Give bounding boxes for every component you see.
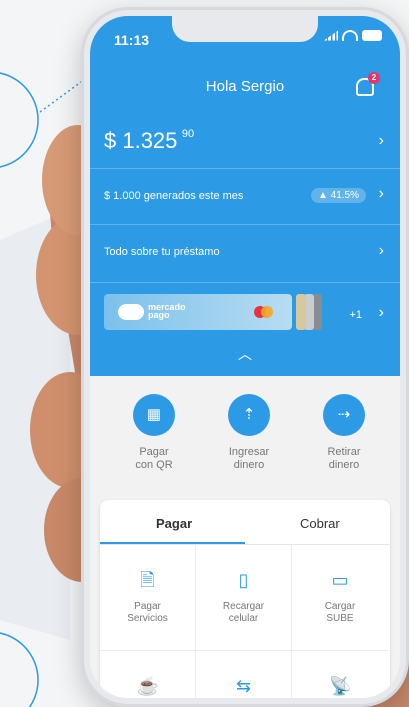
battery-icon	[362, 30, 382, 41]
withdraw-icon: ⇢	[323, 394, 365, 436]
service-label-line1: Recargar	[222, 601, 265, 612]
handshake-logo-icon	[118, 304, 144, 320]
tab-collect[interactable]: Cobrar	[300, 516, 340, 531]
card-brand-line2: pago	[148, 310, 170, 320]
sube-card-item[interactable]: ▭ Cargar SUBE	[292, 545, 388, 651]
mercado-pago-card[interactable]: mercado pago	[104, 294, 292, 330]
loan-label: Todo sobre tu préstamo	[104, 246, 220, 258]
action-label-line1: Pagar	[139, 446, 169, 458]
action-label: Pagar con QR	[114, 446, 194, 472]
action-label: Ingresar dinero	[209, 446, 289, 472]
transport-card-icon: ▭	[331, 570, 349, 590]
cup-icon: ☕	[136, 676, 159, 696]
phone-recharge-icon: ▯	[238, 570, 249, 590]
more-cards-count: +1	[349, 309, 362, 321]
notification-badge: 2	[368, 72, 380, 84]
quick-actions: ▦ Pagar con QR ⇡ Ingresar dinero ⇢ Retir…	[90, 394, 400, 484]
action-label-line1: Ingresar	[228, 446, 270, 458]
mastercard-icon	[254, 306, 274, 318]
action-label: Retirar dinero	[304, 446, 384, 472]
wifi-icon	[342, 30, 358, 41]
service-label: Pagar Servicios	[100, 601, 195, 625]
action-label-line2: con QR	[135, 459, 173, 471]
satellite-icon: 📡	[329, 676, 352, 696]
service-item[interactable]: 📡	[292, 651, 388, 698]
status-time: 11:13	[114, 32, 150, 48]
chevron-right-icon[interactable]: ›	[379, 304, 384, 322]
status-icons	[324, 30, 382, 41]
withdraw-action[interactable]: ⇢ Retirar dinero	[304, 394, 384, 472]
active-tab-indicator	[100, 542, 245, 544]
pay-services-item[interactable]: 🗎 Pagar Servicios	[100, 545, 196, 651]
service-label: Recargar celular	[196, 601, 291, 625]
earnings-label: $ 1.000 generados este mes	[104, 190, 244, 202]
action-label-line1: Retirar	[327, 446, 361, 458]
qr-icon: ▦	[133, 394, 175, 436]
action-label-line2: dinero	[233, 459, 265, 471]
deposit-action[interactable]: ⇡ Ingresar dinero	[209, 394, 289, 472]
earnings-percent-badge: ▲ 41.5%	[310, 188, 366, 203]
card-brand: mercado pago	[148, 303, 186, 320]
balance-whole: $ 1.325	[104, 128, 178, 153]
balance-row[interactable]: $ 1.325 90 ›	[90, 112, 400, 169]
signal-icon	[324, 30, 338, 41]
service-label-line2: Servicios	[127, 613, 168, 624]
balance-cents: 90	[181, 128, 195, 140]
chevron-right-icon: ›	[378, 242, 384, 259]
chevron-right-icon: ›	[378, 185, 384, 202]
service-label-line1: Pagar	[134, 601, 161, 612]
phone-screen: 11:13 Hola Sergio 2 $ 1.325 90 › $ 1.000…	[90, 16, 400, 698]
action-label-line2: dinero	[328, 459, 360, 471]
chevron-right-icon: ›	[378, 132, 384, 149]
service-label-line2: SUBE	[326, 613, 354, 624]
cards-carousel[interactable]: mercado pago	[104, 294, 334, 330]
bill-icon: 🗎	[140, 570, 155, 590]
payments-panel: Pagar Cobrar 🗎 Pagar Servicios ▯ Recarga…	[100, 500, 390, 698]
greeting-title: Hola Sergio	[205, 78, 285, 95]
pay-qr-action[interactable]: ▦ Pagar con QR	[114, 394, 194, 472]
service-label-line1: Cargar	[324, 601, 356, 612]
earnings-row[interactable]: $ 1.000 generados este mes ▲ 41.5% ›	[90, 168, 400, 225]
tab-pay[interactable]: Pagar	[156, 516, 192, 531]
loan-row[interactable]: Todo sobre tu préstamo ›	[90, 224, 400, 283]
service-item[interactable]: ⇆	[196, 651, 292, 698]
balance-amount: $ 1.325 90	[104, 128, 194, 154]
service-item[interactable]: ☕	[100, 651, 196, 698]
deposit-icon: ⇡	[228, 394, 270, 436]
card-stack-item	[296, 294, 306, 330]
chevron-up-icon[interactable]: ︿	[90, 344, 400, 364]
phone-recharge-item[interactable]: ▯ Recargar celular	[196, 545, 292, 651]
service-label: Cargar SUBE	[292, 601, 388, 625]
cash-transfer-icon: ⇆	[235, 676, 252, 696]
service-label-line2: celular	[228, 613, 259, 624]
phone-notch	[172, 16, 318, 42]
phone-frame: 11:13 Hola Sergio 2 $ 1.325 90 › $ 1.000…	[84, 10, 406, 704]
